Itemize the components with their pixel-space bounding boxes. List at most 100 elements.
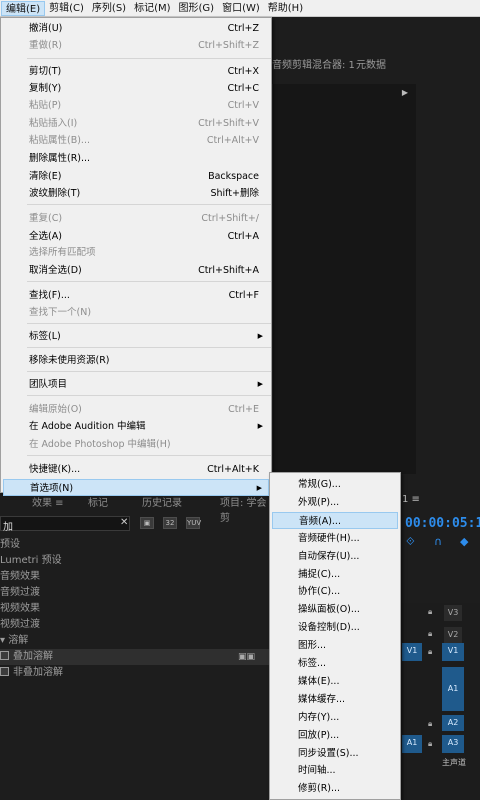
lock-icon[interactable]: 🔒︎ <box>428 739 432 749</box>
menu-item[interactable]: 删除属性(R)... <box>3 150 269 167</box>
menu-item[interactable]: 查找(F)... Ctrl+F <box>3 287 269 304</box>
tab-markers[interactable]: 标记 <box>88 494 108 509</box>
effects-tree: 预设 Lumetri 预设 音频效果 音频过渡 视频效果 视频过渡 ▾ 溶解 叠… <box>0 537 272 681</box>
menu-item[interactable]: 复制(Y) Ctrl+C <box>3 80 269 97</box>
32bit-effects-icon[interactable]: 32 <box>163 517 177 529</box>
submenu-item[interactable]: 捕捉(C)... <box>272 566 398 583</box>
submenu-item[interactable]: 内存(Y)... <box>272 709 398 726</box>
track-v1[interactable]: V1 <box>442 643 464 661</box>
submenu-item[interactable]: 自动保存(U)... <box>272 548 398 565</box>
submenu-item[interactable]: 修剪(R)... <box>272 780 398 797</box>
source-a1[interactable]: A1 <box>402 735 422 753</box>
menu-item[interactable]: 撤消(U) Ctrl+Z <box>3 20 269 37</box>
lock-icon[interactable]: 🔒︎ <box>428 629 432 639</box>
submenu-item[interactable]: 标签... <box>272 655 398 672</box>
submenu-item-label: 外观(P)... <box>298 496 340 508</box>
menu-item: 查找下一个(N) <box>3 304 269 321</box>
accelerated-effects-icon[interactable]: ▣ <box>140 517 154 529</box>
menu-marker[interactable]: 标记(M) <box>130 1 174 16</box>
submenu-item[interactable]: 媒体(E)... <box>272 673 398 690</box>
submenu-item[interactable]: 常规(G)... <box>272 476 398 493</box>
menu-item: 重做(R) Ctrl+Shift+Z <box>3 37 269 54</box>
tab-history[interactable]: 历史记录 <box>142 494 182 509</box>
list-item[interactable]: ▾ 溶解 <box>0 633 272 649</box>
submenu-item-label: 操纵面板(O)... <box>298 604 360 616</box>
submenu-item[interactable]: 同步设置(S)... <box>272 745 398 762</box>
menu-item[interactable]: 取消全选(D) Ctrl+Shift+A <box>3 262 269 279</box>
source-v1[interactable]: V1 <box>402 643 422 661</box>
menu-item[interactable]: 移除未使用资源(R) <box>3 352 269 369</box>
submenu-item[interactable]: 设备控制(D)... <box>272 619 398 636</box>
menu-item[interactable]: 剪切(T) Ctrl+X <box>3 63 269 80</box>
timecode[interactable]: 00:00:05:13 <box>405 516 480 531</box>
menu-separator <box>27 395 271 396</box>
menu-item[interactable]: 团队项目 ▶ <box>3 376 269 393</box>
submenu-item-label: 媒体(E)... <box>298 675 340 687</box>
lock-icon[interactable]: 🔒︎ <box>428 647 432 657</box>
menu-help[interactable]: 帮助(H) <box>264 1 307 16</box>
submenu-item[interactable]: 操纵面板(O)... <box>272 601 398 618</box>
menu-sequence[interactable]: 序列(S) <box>88 1 130 16</box>
submenu-item[interactable]: 图形... <box>272 637 398 654</box>
list-item[interactable]: 视频效果 <box>0 601 272 617</box>
track-v3[interactable]: V3 <box>444 605 462 621</box>
master-track: 主声道 <box>442 758 466 767</box>
submenu-item[interactable]: 协作(C)... <box>272 583 398 600</box>
menu-item-label: 全选(A) <box>29 231 62 242</box>
track-a1[interactable]: A1 <box>442 667 464 711</box>
menu-window[interactable]: 窗口(W) <box>218 1 264 16</box>
yuv-effects-icon[interactable]: YUV <box>186 517 201 529</box>
marker-icon[interactable]: ◆ <box>460 535 468 548</box>
snap-icon[interactable]: ⟐ <box>406 535 415 549</box>
tab-audio-clip-mixer[interactable]: 音频剪辑混合器: 1 <box>272 56 355 71</box>
menu-item-shortcut: Ctrl+F <box>228 290 259 301</box>
menu-item-shortcut: Ctrl+A <box>227 231 259 242</box>
link-icon[interactable]: ∩ <box>434 535 442 548</box>
list-item[interactable]: 叠加溶解 ▣▣ <box>0 649 272 665</box>
menu-graphics[interactable]: 图形(G) <box>175 1 219 16</box>
timeline-tab[interactable]: 1 ≡ <box>402 494 420 505</box>
menu-item[interactable]: 快捷键(K)... Ctrl+Alt+K <box>3 461 269 478</box>
submenu-item[interactable]: 外观(P)... <box>272 494 398 511</box>
menu-item[interactable]: 标签(L) ▶ <box>3 328 269 345</box>
submenu-item[interactable]: 音频硬件(H)... <box>272 530 398 547</box>
folder-toggle-icon[interactable]: ▾ <box>0 635 8 646</box>
menu-item-shortcut: Ctrl+E <box>228 404 259 415</box>
menu-item[interactable]: 在 Adobe Audition 中编辑 ▶ <box>3 418 269 435</box>
menu-item: 在 Adobe Photoshop 中编辑(H) <box>3 436 269 453</box>
menu-item: 粘贴属性(B)... Ctrl+Alt+V <box>3 132 269 149</box>
track-v2[interactable]: V2 <box>444 627 462 643</box>
list-item[interactable]: 音频过渡 <box>0 585 272 601</box>
track-a3[interactable]: A3 <box>442 735 464 753</box>
menu-item: 粘贴(P) Ctrl+V <box>3 97 269 114</box>
menu-edit[interactable]: 编辑(E) <box>1 0 46 16</box>
menu-item-label: 粘贴(P) <box>29 100 62 111</box>
menu-item[interactable]: 首选项(N) ▶ <box>3 479 269 496</box>
submenu-item[interactable]: 回放(P)... <box>272 727 398 744</box>
track-a2[interactable]: A2 <box>442 715 464 731</box>
list-item[interactable]: 预设 <box>0 537 272 553</box>
submenu-item[interactable]: 媒体缓存... <box>272 691 398 708</box>
list-item[interactable]: 非叠加溶解 <box>0 665 272 681</box>
clear-search-icon[interactable]: ✕ <box>120 517 128 528</box>
menu-item[interactable]: 全选(A) Ctrl+A <box>3 228 269 245</box>
submenu-item[interactable]: 时间轴... <box>272 762 398 779</box>
submenu-item-label: 回放(P)... <box>298 729 340 741</box>
menu-item[interactable]: 波纹删除(T) Shift+删除 <box>3 185 269 202</box>
tab-project[interactable]: 项目: 学会剪 <box>220 494 272 524</box>
lock-icon[interactable]: 🔒︎ <box>428 607 432 617</box>
lock-icon[interactable]: 🔒︎ <box>428 719 432 729</box>
list-item[interactable]: 视频过渡 <box>0 617 272 633</box>
menu-item[interactable]: 清除(E) Backspace <box>3 168 269 185</box>
list-item[interactable]: Lumetri 预设 <box>0 553 272 569</box>
list-item[interactable]: 音频效果 <box>0 569 272 585</box>
play-arrow-icon[interactable]: ▶ <box>402 88 408 97</box>
submenu-arrow-icon: ▶ <box>257 332 263 340</box>
timeline-tracks: 🔒︎ V3 🔒︎ V2 V1 🔒︎ V1 A1 🔒︎ A2 A1 🔒︎ A3 主… <box>402 603 480 800</box>
effects-search-input[interactable]: 加 <box>0 516 130 533</box>
tab-metadata[interactable]: 元数据 <box>356 56 386 71</box>
menu-clip[interactable]: 剪辑(C) <box>45 1 88 16</box>
menu-separator <box>27 204 271 205</box>
submenu-item[interactable]: 音频(A)... <box>272 511 398 529</box>
preferences-submenu: 常规(G)... 外观(P)... 音频(A)... 音频硬件(H)... 自动保存(U… <box>269 472 401 800</box>
